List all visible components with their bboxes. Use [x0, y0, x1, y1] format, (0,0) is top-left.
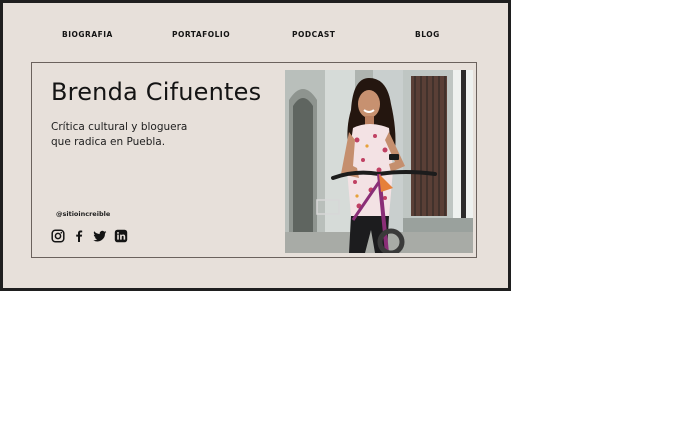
subtitle-line-1: Crítica cultural y bloguera: [51, 121, 188, 133]
instagram-icon[interactable]: [51, 229, 65, 243]
nav-link-portafolio[interactable]: PORTAFOLIO: [172, 30, 230, 39]
twitter-icon[interactable]: [93, 229, 107, 243]
portrait-photo-illustration: [285, 70, 473, 253]
hero-card: Brenda Cifuentes Crítica cultural y blog…: [31, 62, 477, 258]
nav-link-biografia[interactable]: BIOGRAFIA: [62, 30, 113, 39]
subtitle-line-2: que radica en Puebla.: [51, 136, 166, 148]
portrait-photo: [285, 70, 473, 253]
social-links: [51, 229, 128, 243]
nav-link-podcast[interactable]: PODCAST: [292, 30, 335, 39]
hero-subtitle: Crítica cultural y bloguera que radica e…: [51, 120, 211, 150]
facebook-icon[interactable]: [72, 229, 86, 243]
website-preview: BIOGRAFIA PORTAFOLIO PODCAST BLOG Brenda…: [0, 0, 511, 291]
nav-link-blog[interactable]: BLOG: [415, 30, 440, 39]
page-title: Brenda Cifuentes: [51, 78, 262, 106]
linkedin-icon[interactable]: [114, 229, 128, 243]
social-handle: @sitioincreible: [56, 210, 111, 218]
top-navigation: BIOGRAFIA PORTAFOLIO PODCAST BLOG: [3, 30, 508, 46]
